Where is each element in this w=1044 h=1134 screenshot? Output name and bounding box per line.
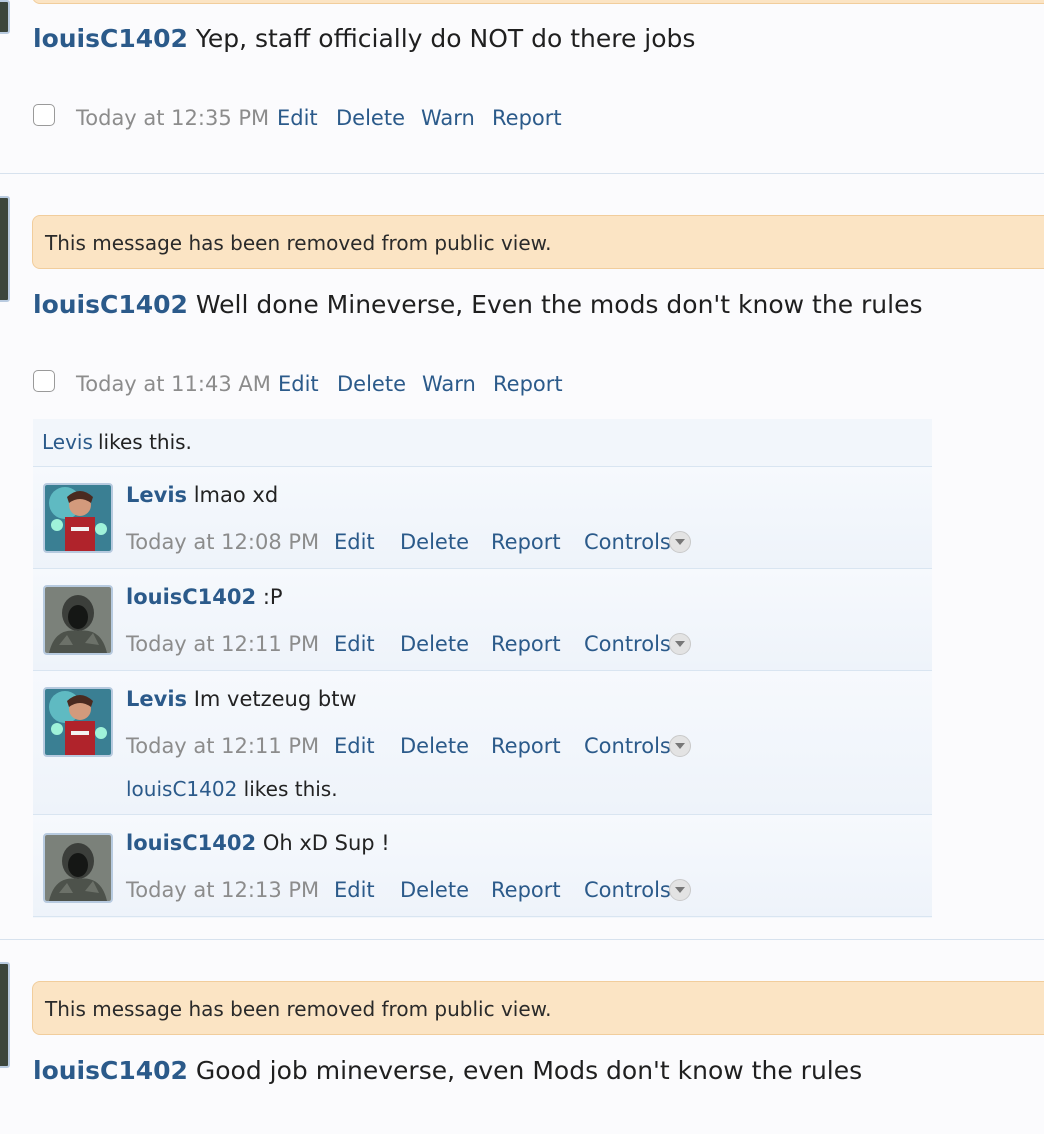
comment-item: Levis lmao xd Today at 12:08 PM Edit Del… [33, 467, 932, 569]
report-link[interactable]: Report [492, 106, 562, 130]
post-message: louisC1402 Good job mineverse, even Mods… [33, 1056, 862, 1085]
comment-author[interactable]: louisC1402 [126, 831, 256, 855]
controls-link[interactable]: Controls [584, 530, 671, 554]
delete-link[interactable]: Delete [337, 372, 406, 396]
likes-suffix: likes this. [98, 430, 192, 454]
comment-message: louisC1402 :P [126, 585, 283, 609]
removed-notice-text: This message has been removed from publi… [45, 997, 552, 1021]
post-text: Well done Mineverse, Even the mods don't… [195, 290, 923, 319]
comment-item: Levis Im vetzeug btw Today at 12:11 PM E… [33, 671, 932, 815]
removed-notice-text: This message has been removed from publi… [45, 231, 552, 255]
likes-summary: Levis likes this. [33, 419, 932, 467]
comment-text: Oh xD Sup ! [262, 831, 390, 855]
avatar[interactable] [43, 687, 113, 757]
chevron-down-icon[interactable] [669, 735, 691, 757]
post-avatar[interactable] [0, 962, 10, 1068]
chevron-down-icon[interactable] [669, 879, 691, 901]
post-date[interactable]: Today at 11:43 AM [76, 372, 271, 396]
select-checkbox[interactable] [33, 104, 55, 126]
warn-link[interactable]: Warn [422, 372, 476, 396]
chevron-down-icon[interactable] [669, 633, 691, 655]
controls-link[interactable]: Controls [584, 878, 671, 902]
delete-link[interactable]: Delete [336, 106, 405, 130]
post-meta: Today at 11:43 AM Edit Delete Warn Repor… [33, 370, 733, 400]
controls-link[interactable]: Controls [584, 632, 671, 656]
comment-date[interactable]: Today at 12:11 PM [126, 734, 319, 758]
comment-author[interactable]: Levis [126, 687, 187, 711]
comment-message: louisC1402 Oh xD Sup ! [126, 831, 390, 855]
edit-link[interactable]: Edit [278, 372, 319, 396]
likes-suffix: likes this. [243, 777, 338, 801]
post-date[interactable]: Today at 12:35 PM [76, 106, 269, 130]
post-author[interactable]: louisC1402 [33, 1056, 188, 1085]
report-link[interactable]: Report [491, 734, 561, 758]
post-author[interactable]: louisC1402 [33, 290, 188, 319]
liker-link[interactable]: louisC1402 [126, 777, 237, 801]
report-link[interactable]: Report [491, 530, 561, 554]
comment-author[interactable]: Levis [126, 483, 187, 507]
report-link[interactable]: Report [493, 372, 563, 396]
comment-date[interactable]: Today at 12:11 PM [126, 632, 319, 656]
comment-meta: Today at 12:11 PM Edit Delete Report Con… [126, 632, 926, 660]
avatar[interactable] [43, 833, 113, 903]
post-divider [0, 173, 1044, 174]
chevron-down-icon[interactable] [669, 531, 691, 553]
post-message: louisC1402 Yep, staff officially do NOT … [33, 24, 695, 53]
edit-link[interactable]: Edit [334, 734, 375, 758]
comment-likes: louisC1402 likes this. [126, 777, 338, 801]
comment-meta: Today at 12:13 PM Edit Delete Report Con… [126, 878, 926, 906]
delete-link[interactable]: Delete [400, 734, 469, 758]
comment-message: Levis Im vetzeug btw [126, 687, 357, 711]
delete-link[interactable]: Delete [400, 530, 469, 554]
avatar[interactable] [43, 483, 113, 553]
post-message: louisC1402 Well done Mineverse, Even the… [33, 290, 923, 319]
avatar[interactable] [43, 585, 113, 655]
edit-link[interactable]: Edit [334, 878, 375, 902]
report-link[interactable]: Report [491, 878, 561, 902]
controls-link[interactable]: Controls [584, 734, 671, 758]
comment-item: louisC1402 :P Today at 12:11 PM Edit Del… [33, 569, 932, 671]
report-link[interactable]: Report [491, 632, 561, 656]
comment-date[interactable]: Today at 12:08 PM [126, 530, 319, 554]
edit-link[interactable]: Edit [334, 530, 375, 554]
comment-item: louisC1402 Oh xD Sup ! Today at 12:13 PM… [33, 815, 932, 917]
edit-link[interactable]: Edit [334, 632, 375, 656]
post-text: Yep, staff officially do NOT do there jo… [195, 24, 696, 53]
delete-link[interactable]: Delete [400, 632, 469, 656]
post-divider [0, 939, 1044, 940]
removed-notice: This message has been removed from publi… [32, 215, 1044, 269]
comment-text: :P [262, 585, 283, 609]
comment-message: Levis lmao xd [126, 483, 278, 507]
post-text: Good job mineverse, even Mods don't know… [195, 1056, 863, 1085]
liker-link[interactable]: Levis [42, 430, 93, 454]
warn-link[interactable]: Warn [421, 106, 475, 130]
delete-link[interactable]: Delete [400, 878, 469, 902]
removed-notice: This message has been removed from publi… [32, 981, 1044, 1035]
comment-meta: Today at 12:11 PM Edit Delete Report Con… [126, 734, 926, 762]
post-meta: Today at 12:35 PM Edit Delete Warn Repor… [33, 104, 733, 134]
edit-link[interactable]: Edit [277, 106, 318, 130]
comment-author[interactable]: louisC1402 [126, 585, 256, 609]
select-checkbox[interactable] [33, 370, 55, 392]
comment-meta: Today at 12:08 PM Edit Delete Report Con… [126, 530, 926, 558]
comment-text: Im vetzeug btw [193, 687, 357, 711]
comments-list: Levis likes this. Levis lmao xd Today at… [33, 419, 932, 918]
removed-notice-partial [32, 0, 1044, 4]
comment-date[interactable]: Today at 12:13 PM [126, 878, 319, 902]
post-avatar[interactable] [0, 196, 10, 302]
post-author[interactable]: louisC1402 [33, 24, 188, 53]
comment-text: lmao xd [193, 483, 279, 507]
post-avatar[interactable] [0, 0, 10, 34]
